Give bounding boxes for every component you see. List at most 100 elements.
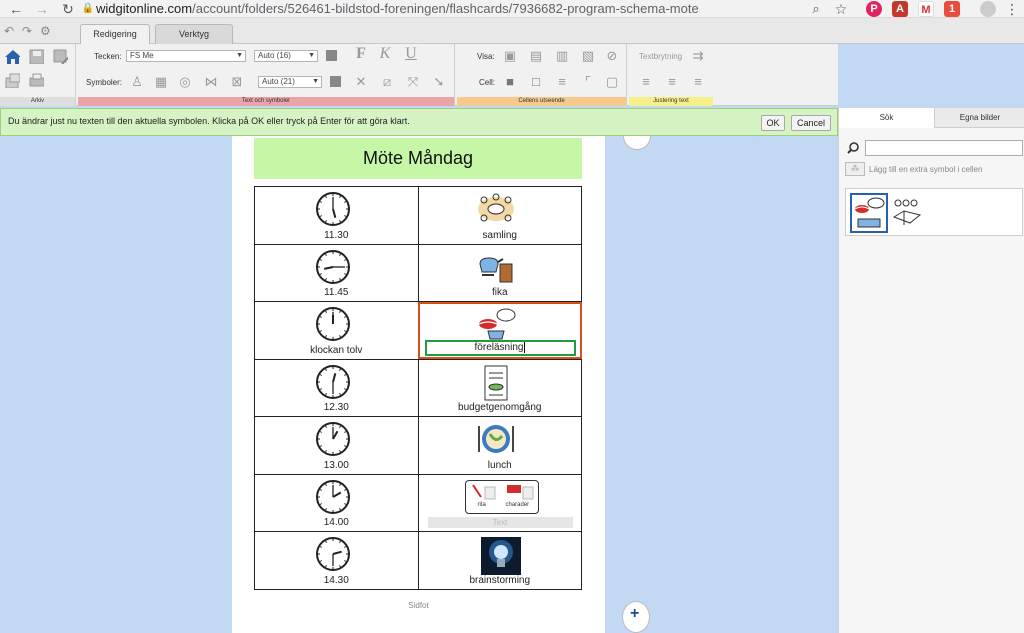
cell-line-icon[interactable]: ≡	[553, 74, 571, 90]
activity-text-placeholder[interactable]: Text	[427, 517, 573, 528]
activity-label: lunch	[487, 459, 512, 471]
text-caret	[524, 341, 526, 353]
view-symbol-icon[interactable]: ▣	[501, 48, 519, 64]
activity-label: brainstorming	[469, 574, 531, 586]
symbol-swap-icon[interactable]: ◎	[176, 74, 194, 90]
cell-rounded-icon[interactable]: ▢	[603, 74, 621, 90]
tab-sok[interactable]: Sök	[839, 108, 935, 128]
extension-badge: 1	[948, 3, 956, 15]
symbol-color-swatch[interactable]	[330, 76, 341, 87]
activity-cell[interactable]: fika	[417, 243, 582, 302]
title-cell[interactable]: Möte Måndag	[254, 138, 582, 179]
redo-icon[interactable]: ↷	[22, 24, 32, 38]
menu-icon[interactable]: ⋮	[1004, 1, 1020, 17]
symbol-search-input[interactable]	[865, 140, 1023, 156]
clock-icon	[316, 422, 350, 456]
pdf-icon[interactable]: A	[892, 1, 908, 17]
text-color-swatch[interactable]	[326, 50, 337, 61]
activity-cell[interactable]: samling	[417, 186, 582, 245]
symbol-cross-icon[interactable]: ✕	[352, 74, 370, 90]
align-left-icon[interactable]: ≡	[637, 74, 655, 90]
print-icon[interactable]	[28, 72, 44, 88]
activity-cell[interactable]: budgetgenomgång	[417, 358, 582, 417]
align-right-icon[interactable]: ≡	[689, 74, 707, 90]
gathering-symbol-icon	[477, 193, 514, 222]
forward-icon[interactable]: →	[34, 1, 50, 17]
cell-border-icon[interactable]: □	[527, 74, 545, 90]
star-icon[interactable]: ☆	[833, 1, 849, 17]
time-label: klockan tolv	[310, 344, 363, 356]
flashcard-page: Möte Måndag 11.30 samling 11.45 fika klockan…	[232, 136, 605, 633]
view-text-icon[interactable]: ▥	[553, 48, 571, 64]
activity-label: budgetgenomgång	[458, 402, 542, 413]
symbol-person-icon[interactable]: ♙	[128, 74, 146, 90]
clock-icon	[316, 192, 350, 226]
cell-fill-icon[interactable]: ■	[501, 74, 519, 90]
profile-icon[interactable]	[980, 1, 996, 17]
lecture-symbol-icon	[854, 197, 885, 228]
symbol-pattern-icon[interactable]: ▦	[152, 74, 170, 90]
zoom-icon[interactable]: ⌕	[808, 1, 824, 17]
symbol-flip-icon[interactable]: ⋈	[202, 74, 220, 90]
activity-cell[interactable]: lunch	[417, 416, 582, 475]
italic-icon[interactable]: K	[376, 46, 394, 62]
symbol-result-lecture[interactable]	[850, 193, 888, 233]
teaching-symbol-icon[interactable]	[892, 197, 926, 229]
time-cell[interactable]: 13.00	[254, 416, 419, 475]
activity-cell[interactable]: föreläsning	[417, 301, 582, 360]
symbol-rotate-icon[interactable]: ⊠	[228, 74, 246, 90]
symbol-slash-icon[interactable]: ⧄	[378, 74, 396, 90]
underline-icon[interactable]: U	[402, 46, 420, 62]
cell-corner-icon[interactable]: ⌜	[579, 74, 597, 90]
bold-icon[interactable]: F	[352, 46, 370, 62]
reload-icon[interactable]: ↻	[60, 1, 76, 17]
activity-cell[interactable]: rita charader Text	[417, 473, 582, 532]
view-text-only-icon[interactable]: ▧	[579, 48, 597, 64]
symbol-strike-icon[interactable]: ⤧	[404, 74, 422, 90]
activity-cell[interactable]: brainstorming	[417, 531, 582, 590]
add-row-top-button[interactable]	[623, 136, 651, 150]
add-symbol-label[interactable]: Lägg till en extra symbol i cellen	[869, 165, 982, 174]
clock-icon	[316, 364, 350, 399]
align-center-icon[interactable]: ≡	[663, 74, 681, 90]
font-size-select[interactable]: Auto (16) ▼	[254, 50, 318, 62]
tab-redigering[interactable]: Redigering	[80, 24, 150, 44]
font-select[interactable]: FS Me ▼	[126, 50, 246, 62]
ribbon-tabs: ↶ ↷ ⚙ Redigering Verktyg	[0, 18, 1024, 44]
time-cell[interactable]: klockan tolv	[254, 301, 419, 360]
group-label-text-alignment: Justering text	[629, 97, 713, 106]
settings-icon[interactable]: ⚙	[40, 24, 51, 38]
clock-icon	[316, 479, 350, 514]
back-icon[interactable]: ←	[8, 1, 24, 17]
tab-egna-bilder[interactable]: Egna bilder	[935, 108, 1024, 128]
tab-verktyg[interactable]: Verktyg	[155, 24, 233, 44]
pinterest-icon[interactable]: P	[866, 1, 882, 17]
ok-button[interactable]: OK	[761, 115, 785, 131]
time-cell[interactable]: 11.30	[254, 186, 419, 245]
extension-icon[interactable]: 1	[944, 1, 960, 17]
cancel-button[interactable]: Cancel	[791, 115, 831, 131]
time-cell[interactable]: 11.45	[254, 243, 419, 302]
group-label-cell-appearance: Cellens utseende	[457, 97, 626, 106]
undo-icon[interactable]: ↶	[4, 24, 14, 38]
add-symbol-icon[interactable]: ⁂	[845, 162, 865, 176]
add-row-bottom-button[interactable]: +	[622, 601, 650, 633]
schedule-row: 14.30 brainstorming	[254, 531, 582, 590]
save-icon[interactable]	[28, 48, 44, 64]
charades-label: charader	[505, 501, 530, 508]
gmail-icon[interactable]: M	[918, 1, 934, 17]
time-cell[interactable]: 14.00	[254, 473, 419, 532]
export-icon[interactable]	[4, 72, 20, 88]
home-icon[interactable]	[4, 48, 20, 64]
group-cell-appearance: Visa: ▣ ▤ ▥ ▧ ⊘ Cell: ■ □ ≡ ⌜ ▢ Cellens …	[457, 44, 627, 106]
time-cell[interactable]: 14.30	[254, 531, 419, 590]
view-symbol-text-icon[interactable]: ▤	[527, 48, 545, 64]
textwrap-icon[interactable]: ⇉	[689, 48, 707, 64]
address-bar[interactable]: widgitonline.com/account/folders/526461-…	[96, 0, 699, 18]
view-none-icon[interactable]: ⊘	[603, 48, 621, 64]
symbol-size-select[interactable]: Auto (21) ▼	[258, 76, 322, 88]
symbol-arrow-icon[interactable]: ➘	[430, 74, 448, 90]
save-as-icon[interactable]	[52, 48, 68, 64]
symbol-text-edit-field[interactable]: föreläsning	[424, 339, 576, 356]
time-cell[interactable]: 12.30	[254, 358, 419, 417]
